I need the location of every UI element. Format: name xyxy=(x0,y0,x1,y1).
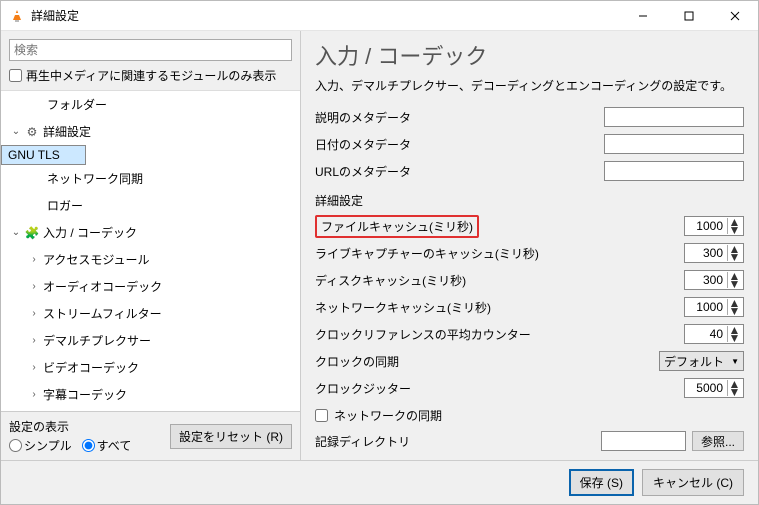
chevron-down-icon: ⌄ xyxy=(9,126,23,137)
chevron-right-icon: › xyxy=(27,281,41,292)
tree-item-input-codec[interactable]: ⌄🧩入力 / コーデック xyxy=(1,219,300,246)
only-related-checkbox[interactable]: 再生中メディアに関連するモジュールのみ表示 xyxy=(9,67,292,84)
net-sync-row[interactable]: ネットワークの同期 xyxy=(315,402,744,428)
puzzle-icon: 🧩 xyxy=(23,226,41,240)
meta-url-label: URLのメタデータ xyxy=(315,163,604,180)
tree-item-netsync[interactable]: ネットワーク同期 xyxy=(1,165,300,192)
tree-item-stream-filter[interactable]: ›ストリームフィルター xyxy=(1,300,300,327)
reset-button[interactable]: 設定をリセット (R) xyxy=(170,424,292,449)
live-cache-spin[interactable]: ▲▼ xyxy=(684,243,744,263)
tree-item-demux[interactable]: ›デマルチプレクサー xyxy=(1,327,300,354)
tree-item-access[interactable]: ›アクセスモジュール xyxy=(1,246,300,273)
only-related-label: 再生中メディアに関連するモジュールのみ表示 xyxy=(26,67,276,84)
chevron-right-icon: › xyxy=(27,389,41,400)
chevron-down-icon: ▼ xyxy=(731,357,739,366)
search-wrap xyxy=(9,39,292,61)
meta-date-label: 日付のメタデータ xyxy=(315,136,604,153)
cancel-button[interactable]: キャンセル (C) xyxy=(642,469,744,496)
live-cache-label: ライブキャプチャーのキャッシュ(ミリ秒) xyxy=(315,245,684,262)
form-area: 説明のメタデータ 日付のメタデータ URLのメタデータ 詳細設定 ファイルキャッ… xyxy=(315,104,744,460)
clock-sync-label: クロックの同期 xyxy=(315,353,659,370)
chevron-right-icon: › xyxy=(27,308,41,319)
record-dir-input[interactable] xyxy=(601,431,686,451)
minimize-button[interactable] xyxy=(620,1,666,31)
tree-item-gnutls[interactable]: GNU TLS xyxy=(1,145,86,165)
page-title: 入力 / コーデック xyxy=(315,39,744,71)
footer: 保存 (S) キャンセル (C) xyxy=(1,460,758,504)
clock-jitter-spin[interactable]: ▲▼ xyxy=(684,378,744,398)
tree-item-sub-codec[interactable]: ›字幕コーデック xyxy=(1,381,300,408)
tree[interactable]: フォルダー ⌄⚙詳細設定 GNU TLS ネットワーク同期 ロガー ⌄🧩入力 /… xyxy=(1,90,300,411)
file-cache-spin[interactable]: ▲▼ xyxy=(684,216,744,236)
maximize-button[interactable] xyxy=(666,1,712,31)
meta-desc-label: 説明のメタデータ xyxy=(315,109,604,126)
tree-item-folder[interactable]: フォルダー xyxy=(1,91,300,118)
radio-all[interactable]: すべて xyxy=(82,437,132,454)
window-title: 詳細設定 xyxy=(31,7,620,24)
disk-cache-spin[interactable]: ▲▼ xyxy=(684,270,744,290)
window: 詳細設定 再生中メディアに関連するモジュールのみ表示 フォルダー ⌄⚙詳細設定 … xyxy=(0,0,759,505)
disk-cache-label: ディスクキャッシュ(ミリ秒) xyxy=(315,272,684,289)
save-button[interactable]: 保存 (S) xyxy=(569,469,634,496)
scroll-right-icon[interactable]: ▶ xyxy=(733,457,742,460)
net-sync-label: ネットワークの同期 xyxy=(334,407,442,424)
chevron-right-icon: › xyxy=(27,254,41,265)
clock-ref-label: クロックリファレンスの平均カウンター xyxy=(315,326,684,343)
tree-item-audio-codec[interactable]: ›オーディオコーデック xyxy=(1,273,300,300)
net-cache-label: ネットワークキャッシュ(ミリ秒) xyxy=(315,299,684,316)
left-panel: 再生中メディアに関連するモジュールのみ表示 フォルダー ⌄⚙詳細設定 GNU T… xyxy=(1,31,301,460)
page-subtitle: 入力、デマルチプレクサー、デコーディングとエンコーディングの設定です。 xyxy=(315,77,744,94)
tree-item-advanced[interactable]: ⌄⚙詳細設定 xyxy=(1,118,300,145)
chevron-right-icon: › xyxy=(27,362,41,373)
search-input[interactable] xyxy=(9,39,292,61)
clock-ref-spin[interactable]: ▲▼ xyxy=(684,324,744,344)
meta-date-input[interactable] xyxy=(604,134,744,154)
app-icon xyxy=(9,8,25,24)
tree-item-logger[interactable]: ロガー xyxy=(1,192,300,219)
gear-icon: ⚙ xyxy=(23,125,41,139)
display-mode-group: 設定の表示 シンプル すべて 設定をリセット (R) xyxy=(1,411,300,460)
record-dir-label: 記録ディレクトリ xyxy=(315,433,601,450)
only-related-check[interactable] xyxy=(9,69,22,82)
close-button[interactable] xyxy=(712,1,758,31)
titlebar: 詳細設定 xyxy=(1,1,758,31)
clock-jitter-label: クロックジッター xyxy=(315,380,684,397)
tree-item-video-codec[interactable]: ›ビデオコーデック xyxy=(1,354,300,381)
browse-button[interactable]: 参照... xyxy=(692,431,744,451)
file-cache-label: ファイルキャッシュ(ミリ秒) xyxy=(315,215,479,238)
clock-sync-select[interactable]: デフォルト▼ xyxy=(659,351,744,371)
net-cache-spin[interactable]: ▲▼ xyxy=(684,297,744,317)
net-sync-checkbox[interactable] xyxy=(315,409,328,422)
right-panel: 入力 / コーデック 入力、デマルチプレクサー、デコーディングとエンコーディング… xyxy=(301,31,758,460)
chevron-right-icon: › xyxy=(27,335,41,346)
advanced-section-label: 詳細設定 xyxy=(315,192,744,209)
horizontal-scrollbar[interactable]: ◀▶ xyxy=(315,456,744,460)
chevron-down-icon: ⌄ xyxy=(9,227,23,238)
body: 再生中メディアに関連するモジュールのみ表示 フォルダー ⌄⚙詳細設定 GNU T… xyxy=(1,31,758,460)
display-group-label: 設定の表示 xyxy=(9,418,131,435)
scroll-left-icon[interactable]: ◀ xyxy=(317,457,326,460)
meta-desc-input[interactable] xyxy=(604,107,744,127)
meta-url-input[interactable] xyxy=(604,161,744,181)
radio-simple[interactable]: シンプル xyxy=(9,437,72,454)
